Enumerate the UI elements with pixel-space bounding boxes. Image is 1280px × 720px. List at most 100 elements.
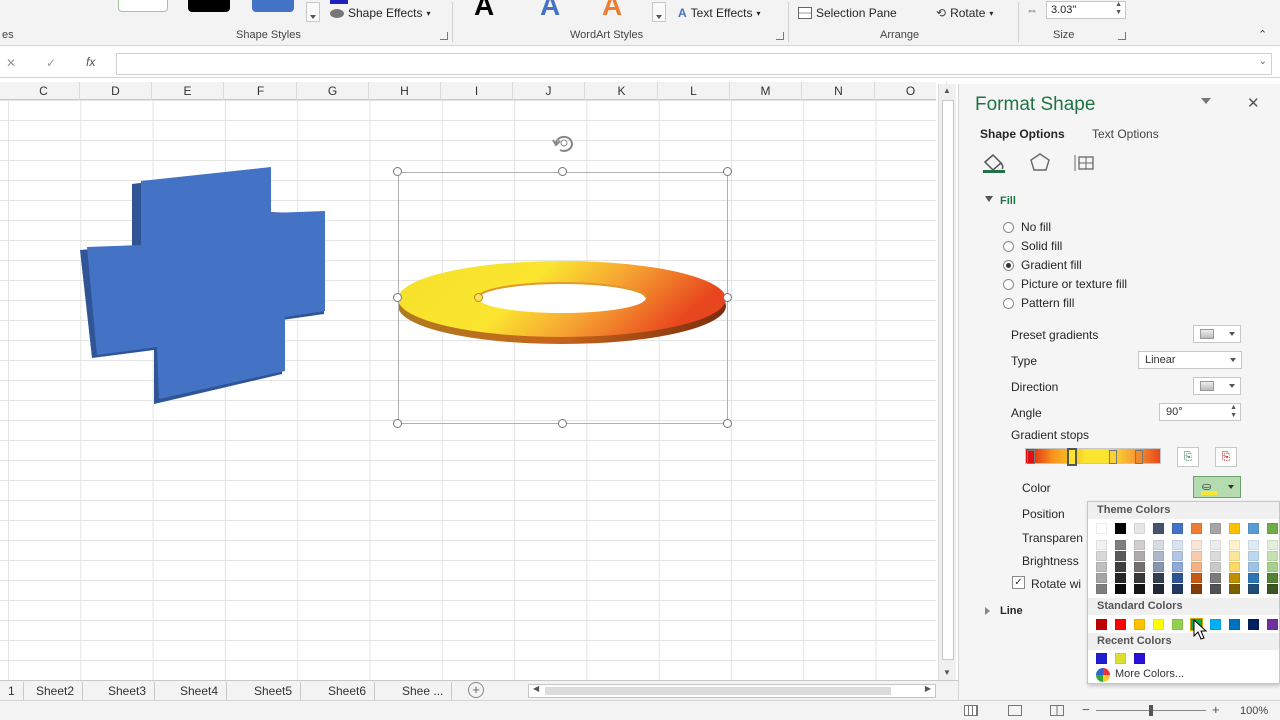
fill-option[interactable]: No fill (1003, 220, 1051, 234)
worksheet-grid[interactable] (0, 100, 936, 680)
size-launcher-icon[interactable] (1118, 32, 1126, 40)
color-swatch[interactable] (1229, 584, 1240, 594)
color-swatch[interactable] (1172, 540, 1183, 550)
page-layout-view-icon[interactable] (1008, 705, 1022, 716)
color-swatch[interactable] (1096, 584, 1107, 594)
normal-view-icon[interactable] (964, 705, 978, 716)
formula-input[interactable]: ⌄ (116, 53, 1272, 75)
color-swatch[interactable] (1172, 562, 1183, 572)
effects-icon[interactable] (1029, 152, 1051, 172)
fill-option[interactable]: Pattern fill (1003, 296, 1074, 310)
spinner-icon[interactable]: ▲ ▼ (1230, 404, 1237, 420)
color-swatch[interactable] (1248, 619, 1259, 630)
wordart-styles-launcher-icon[interactable] (776, 32, 784, 40)
hscroll-thumb[interactable] (545, 687, 891, 695)
gradient-stop-selected[interactable] (1067, 448, 1077, 466)
color-swatch[interactable] (1172, 523, 1183, 534)
color-swatch[interactable] (1153, 584, 1164, 594)
color-swatch[interactable] (1248, 573, 1259, 583)
color-swatch[interactable] (1267, 551, 1278, 561)
color-swatch[interactable] (1229, 551, 1240, 561)
zoom-in-icon[interactable]: + (1212, 702, 1220, 717)
column-header[interactable]: N (803, 82, 875, 100)
sheet-tab[interactable]: Sheet3 (100, 682, 156, 700)
direction-dropdown[interactable] (1193, 377, 1241, 395)
color-swatch[interactable] (1096, 619, 1107, 630)
column-header[interactable]: H (369, 82, 441, 100)
pane-options-chevron-icon[interactable] (1201, 98, 1211, 104)
line-section-header[interactable]: Line (1000, 605, 1023, 617)
column-header[interactable]: F (225, 82, 297, 100)
color-swatch[interactable] (1248, 523, 1259, 534)
resize-handle[interactable] (393, 293, 402, 302)
color-swatch[interactable] (1115, 584, 1126, 594)
color-swatch[interactable] (1153, 523, 1164, 534)
color-swatch[interactable] (1134, 551, 1145, 561)
text-effects-button[interactable]: A Text Effects ▾ (678, 6, 761, 20)
color-swatch[interactable] (1191, 584, 1202, 594)
color-swatch[interactable] (1267, 523, 1278, 534)
color-swatch[interactable] (1134, 619, 1145, 630)
color-swatch[interactable] (1134, 584, 1145, 594)
color-swatch[interactable] (1153, 551, 1164, 561)
shape-effects-button[interactable]: Shape Effects ▾ (330, 6, 431, 20)
color-swatch[interactable] (1115, 523, 1126, 534)
color-picker-button[interactable]: ⛀ (1193, 476, 1241, 498)
sheet-tab[interactable]: Sheet6 (320, 682, 376, 700)
zoom-out-icon[interactable]: − (1082, 702, 1090, 717)
tab-text-options[interactable]: Text Options (1092, 127, 1159, 141)
collapse-fill-icon[interactable] (985, 196, 993, 202)
resize-handle[interactable] (723, 419, 732, 428)
column-header[interactable]: C (8, 82, 80, 100)
color-swatch[interactable] (1191, 551, 1202, 561)
sheet-tab[interactable]: Sheet4 (172, 682, 228, 700)
preset-gradients-dropdown[interactable] (1193, 325, 1241, 343)
color-swatch[interactable] (1210, 551, 1221, 561)
column-header[interactable]: E (152, 82, 224, 100)
scroll-right-icon[interactable]: ▶ (925, 684, 931, 693)
color-swatch[interactable] (1210, 573, 1221, 583)
horizontal-scrollbar[interactable]: ◀ ▶ (528, 684, 936, 698)
color-swatch[interactable] (1267, 562, 1278, 572)
color-swatch[interactable] (1115, 540, 1126, 550)
color-swatch[interactable] (1096, 562, 1107, 572)
color-swatch[interactable] (1096, 523, 1107, 534)
color-swatch[interactable] (1210, 540, 1221, 550)
color-swatch[interactable] (1210, 562, 1221, 572)
column-header[interactable]: O (875, 82, 947, 100)
gradient-stop[interactable] (1109, 450, 1117, 464)
color-swatch[interactable] (1229, 573, 1240, 583)
color-swatch[interactable] (1134, 562, 1145, 572)
column-header[interactable]: J (513, 82, 585, 100)
rotate-with-shape-checkbox[interactable]: ✓ (1012, 576, 1025, 589)
shape-style-thumb-3[interactable] (252, 0, 294, 12)
color-swatch[interactable] (1172, 584, 1183, 594)
collapse-ribbon-icon[interactable]: ⌃ (1258, 28, 1267, 41)
resize-handle[interactable] (558, 167, 567, 176)
column-header[interactable]: G (297, 82, 369, 100)
wordart-style-black-icon[interactable]: A (474, 0, 494, 22)
sheet-tab[interactable]: Sheet2 (28, 682, 84, 700)
color-swatch[interactable] (1153, 562, 1164, 572)
confirm-entry-icon[interactable]: ✓ (46, 56, 56, 70)
radio-button[interactable] (1003, 259, 1014, 271)
type-dropdown[interactable]: Linear (1138, 351, 1242, 369)
color-swatch[interactable] (1210, 619, 1221, 630)
cross-shape[interactable] (70, 160, 340, 410)
color-swatch[interactable] (1172, 619, 1183, 630)
column-header[interactable]: L (658, 82, 730, 100)
color-swatch[interactable] (1115, 619, 1126, 630)
expand-line-icon[interactable] (985, 607, 990, 615)
color-swatch[interactable] (1191, 540, 1202, 550)
sheet-tab[interactable]: Sheet5 (246, 682, 302, 700)
color-swatch[interactable] (1115, 562, 1126, 572)
color-swatch[interactable] (1153, 619, 1164, 630)
scroll-down-icon[interactable]: ▼ (943, 668, 951, 677)
expand-formula-icon[interactable]: ⌄ (1259, 56, 1267, 67)
color-swatch[interactable] (1267, 584, 1278, 594)
color-swatch[interactable] (1115, 551, 1126, 561)
color-swatch[interactable] (1229, 619, 1240, 630)
shape-styles-more-button[interactable] (306, 2, 320, 22)
scroll-up-icon[interactable]: ▲ (943, 86, 951, 95)
close-pane-icon[interactable]: ✕ (1247, 94, 1260, 112)
